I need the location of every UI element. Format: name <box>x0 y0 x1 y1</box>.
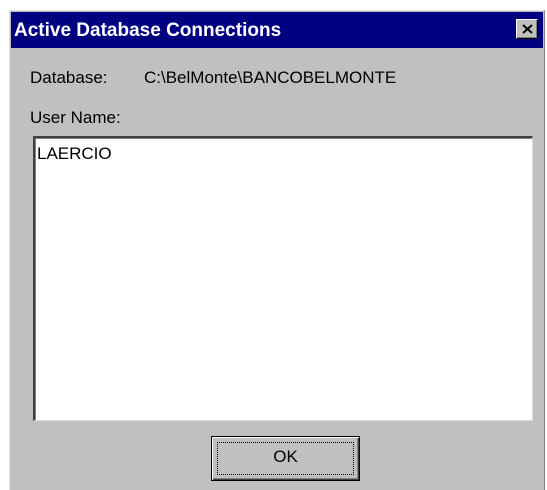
user-list[interactable]: LAERCIO <box>33 136 533 421</box>
close-x-icon <box>522 24 533 34</box>
active-connections-dialog: Active Database Connections Database: C:… <box>9 10 545 490</box>
user-list-item[interactable]: LAERCIO <box>37 144 112 164</box>
title-bar[interactable]: Active Database Connections <box>11 12 543 48</box>
database-label: Database: <box>30 68 108 87</box>
ok-button[interactable]: OK <box>211 436 360 481</box>
database-path: C:\BelMonte\BANCOBELMONTE <box>144 68 397 87</box>
close-button[interactable] <box>516 19 538 39</box>
ok-button-label: OK <box>273 447 298 466</box>
user-name-label: User Name: <box>30 108 121 127</box>
window-title: Active Database Connections <box>14 20 282 41</box>
